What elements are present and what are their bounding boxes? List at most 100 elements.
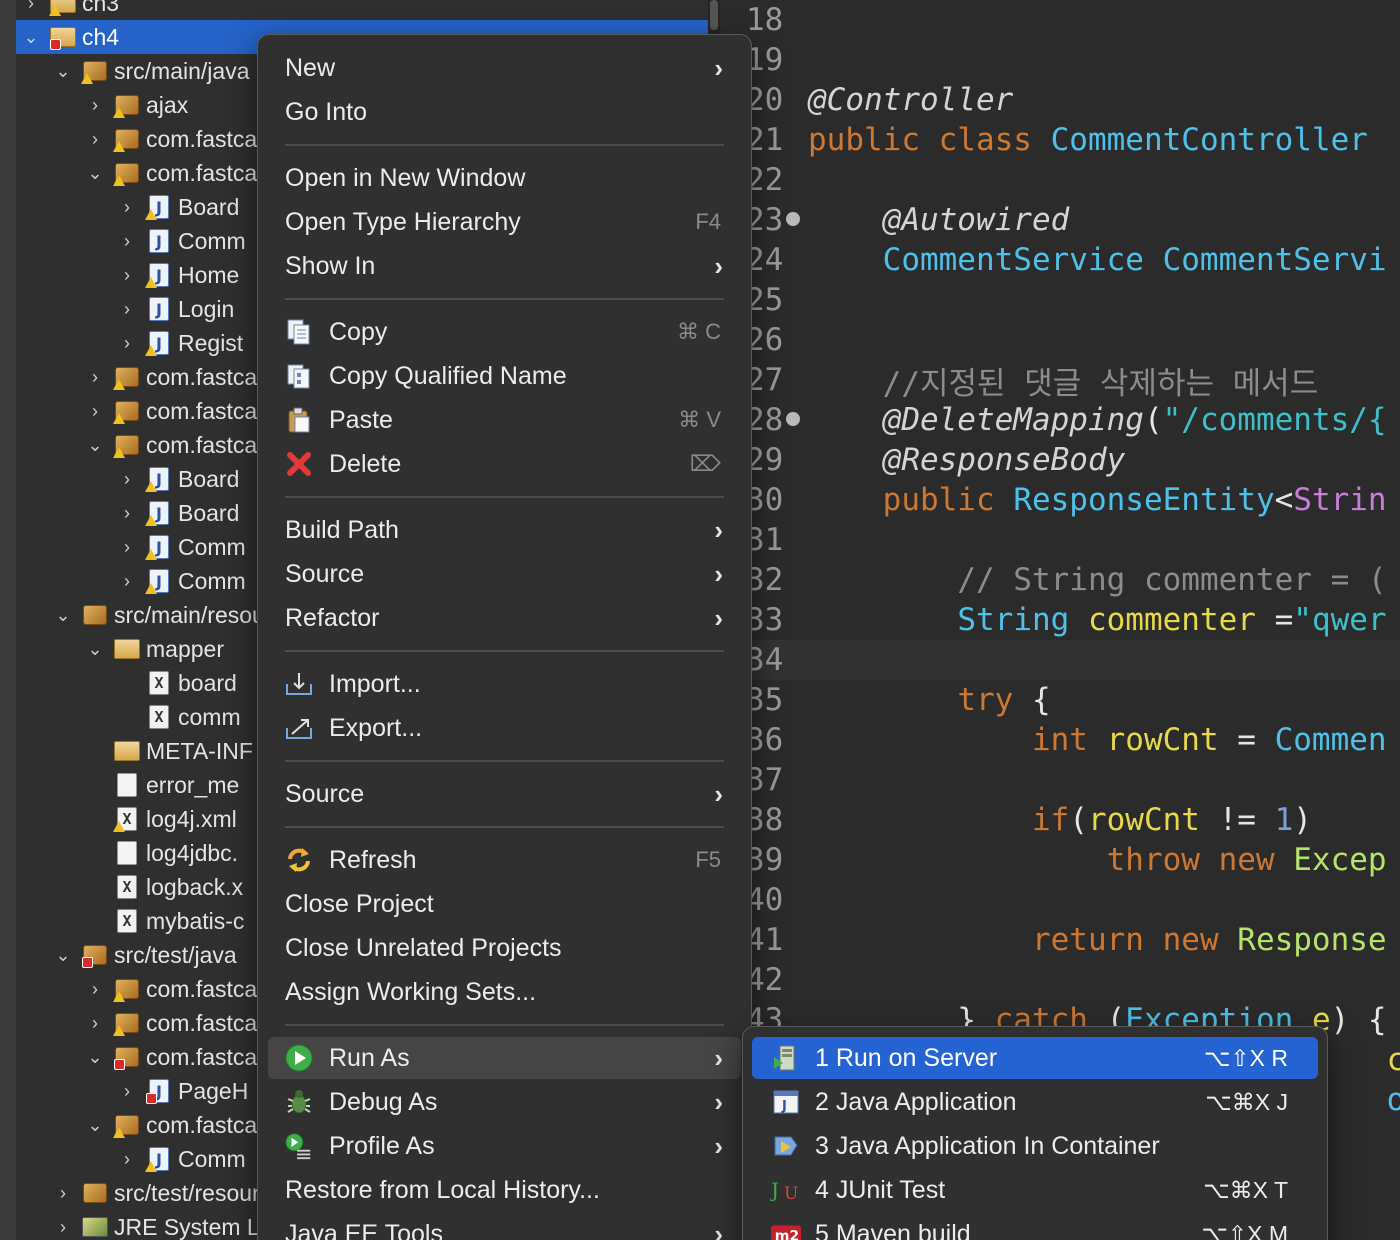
- chevron-right-icon[interactable]: ›: [116, 299, 138, 320]
- code-line[interactable]: 39 throw new Excep: [720, 840, 1400, 880]
- menu-item-copy[interactable]: Copy ⌘ C: [268, 311, 741, 353]
- code-token: CommentService CommentServi: [882, 242, 1387, 278]
- code-line[interactable]: 30 public ResponseEntity<Strin: [720, 480, 1400, 520]
- menu-item-source[interactable]: Source ›: [268, 553, 741, 595]
- code-line[interactable]: 29 @ResponseBody: [720, 440, 1400, 480]
- submenu-item-1[interactable]: 1 Run on Server ⌥⇧X R: [752, 1037, 1318, 1079]
- chevron-right-icon[interactable]: ›: [84, 129, 106, 150]
- code-token: Strin: [1293, 482, 1387, 518]
- menu-item-build-path[interactable]: Build Path ›: [268, 509, 741, 551]
- code-line[interactable]: 42: [720, 960, 1400, 1000]
- chevron-right-icon[interactable]: ›: [116, 537, 138, 558]
- chevron-right-icon[interactable]: ›: [116, 1081, 138, 1102]
- chevron-right-icon[interactable]: ›: [84, 1013, 106, 1034]
- menu-item-close-project[interactable]: Close Project: [268, 883, 741, 925]
- menu-item-open-in-new-window[interactable]: Open in New Window: [268, 157, 741, 199]
- menu-item-restore-from-local-history[interactable]: Restore from Local History...: [268, 1169, 741, 1211]
- menu-item-refresh[interactable]: Refresh F5: [268, 839, 741, 881]
- code-line[interactable]: 18: [720, 0, 1400, 40]
- submenu-item-5[interactable]: m2 5 Maven build ⌥⇧X M: [752, 1213, 1318, 1240]
- menu-item-delete[interactable]: Delete ⌦: [268, 443, 741, 485]
- menu-item-profile-as[interactable]: Profile As ›: [268, 1125, 741, 1167]
- code-line[interactable]: 23 @Autowired: [720, 200, 1400, 240]
- tree-item-label: ch4: [82, 23, 120, 50]
- code-line[interactable]: 41 return new Response: [720, 920, 1400, 960]
- code-line[interactable]: 32 // String commenter = (: [720, 560, 1400, 600]
- scrollbar-thumb[interactable]: [710, 0, 718, 30]
- chevron-right-icon[interactable]: ›: [116, 571, 138, 592]
- menu-item-new[interactable]: New ›: [268, 47, 741, 89]
- chevron-right-icon[interactable]: ›: [116, 503, 138, 524]
- menu-item-assign-working-sets[interactable]: Assign Working Sets...: [268, 971, 741, 1013]
- code-line[interactable]: 34: [720, 640, 1400, 680]
- chevron-down-icon[interactable]: ⌄: [84, 639, 106, 660]
- fold-marker-icon[interactable]: [786, 412, 800, 426]
- java-file-icon: J: [144, 228, 174, 254]
- fold-marker-icon[interactable]: [786, 212, 800, 226]
- menu-item-show-in[interactable]: Show In ›: [268, 245, 741, 287]
- submenu-item-3[interactable]: 3 Java Application In Container: [752, 1125, 1318, 1167]
- chevron-down-icon[interactable]: ⌄: [84, 1047, 106, 1068]
- menu-item-go-into[interactable]: Go Into: [268, 91, 741, 133]
- submenu-item-4[interactable]: JU 4 JUnit Test ⌥⌘X T: [752, 1169, 1318, 1211]
- chevron-down-icon[interactable]: ⌄: [52, 605, 74, 626]
- code-line[interactable]: 40: [720, 880, 1400, 920]
- menu-item-source[interactable]: Source ›: [268, 773, 741, 815]
- chevron-down-icon[interactable]: ⌄: [52, 61, 74, 82]
- code-line[interactable]: 20 @Controller: [720, 80, 1400, 120]
- chevron-right-icon[interactable]: ›: [116, 333, 138, 354]
- code-line[interactable]: 25: [720, 280, 1400, 320]
- chevron-down-icon[interactable]: ⌄: [84, 163, 106, 184]
- chevron-right-icon[interactable]: ›: [84, 95, 106, 116]
- menu-item-export[interactable]: Export...: [268, 707, 741, 749]
- code-line[interactable]: 27 //지정된 댓글 삭제하는 메서드: [720, 360, 1400, 402]
- error-badge-icon: [50, 39, 61, 50]
- chevron-down-icon[interactable]: ⌄: [20, 27, 42, 48]
- code-line[interactable]: 19: [720, 40, 1400, 80]
- menu-item-copy-qualified-name[interactable]: Copy Qualified Name: [268, 355, 741, 397]
- menu-item-label: New: [285, 53, 336, 82]
- chevron-right-icon[interactable]: ›: [84, 979, 106, 1000]
- code-line[interactable]: 33 String commenter ="qwer: [720, 600, 1400, 640]
- chevron-down-icon[interactable]: ⌄: [52, 945, 74, 966]
- submenu-item-2[interactable]: J 2 Java Application ⌥⌘X J: [752, 1081, 1318, 1123]
- code-line[interactable]: 36 int rowCnt = Commen: [720, 720, 1400, 760]
- chevron-right-icon[interactable]: ›: [84, 401, 106, 422]
- chevron-right-icon[interactable]: ›: [116, 1149, 138, 1170]
- chevron-right-icon[interactable]: ›: [20, 0, 42, 14]
- menu-separator: [285, 144, 724, 146]
- menu-item-run-as[interactable]: Run As ›: [268, 1037, 741, 1079]
- tree-item-label: Comm: [178, 567, 246, 594]
- code-text: // String commenter = (: [808, 562, 1386, 598]
- code-line[interactable]: 38 if(rowCnt != 1): [720, 800, 1400, 840]
- menu-item-java-ee-tools[interactable]: Java EE Tools ›: [268, 1213, 741, 1240]
- code-line[interactable]: 28 @DeleteMapping("/comments/{: [720, 400, 1400, 440]
- menu-item-import[interactable]: Import...: [268, 663, 741, 705]
- code-line[interactable]: 22: [720, 160, 1400, 200]
- chevron-right-icon[interactable]: ›: [52, 1217, 74, 1238]
- code-line[interactable]: 21 public class CommentController: [720, 120, 1400, 160]
- chevron-down-icon[interactable]: ⌄: [84, 435, 106, 456]
- code-line[interactable]: 31: [720, 520, 1400, 560]
- code-line[interactable]: 26: [720, 320, 1400, 360]
- menu-item-paste[interactable]: Paste ⌘ V: [268, 399, 741, 441]
- menu-item-open-type-hierarchy[interactable]: Open Type Hierarchy F4: [268, 201, 741, 243]
- chevron-right-icon[interactable]: ›: [116, 231, 138, 252]
- chevron-right-icon[interactable]: ›: [116, 469, 138, 490]
- tree-item[interactable]: › ch3: [16, 0, 708, 20]
- menu-item-refactor[interactable]: Refactor ›: [268, 597, 741, 639]
- chevron-right-icon[interactable]: ›: [84, 367, 106, 388]
- chevron-down-icon[interactable]: ⌄: [84, 1115, 106, 1136]
- java-file-icon: J: [144, 194, 174, 220]
- code-line[interactable]: 24 CommentService CommentServi: [720, 240, 1400, 280]
- code-line[interactable]: 37: [720, 760, 1400, 800]
- chevron-right-icon[interactable]: ›: [52, 1183, 74, 1204]
- code-line[interactable]: 35 try {: [720, 680, 1400, 720]
- menu-item-close-unrelated-projects[interactable]: Close Unrelated Projects: [268, 927, 741, 969]
- menu-item-debug-as[interactable]: Debug As ›: [268, 1081, 741, 1123]
- chevron-right-icon[interactable]: ›: [116, 197, 138, 218]
- menu-separator: [285, 496, 724, 498]
- chevron-right-icon[interactable]: ›: [116, 265, 138, 286]
